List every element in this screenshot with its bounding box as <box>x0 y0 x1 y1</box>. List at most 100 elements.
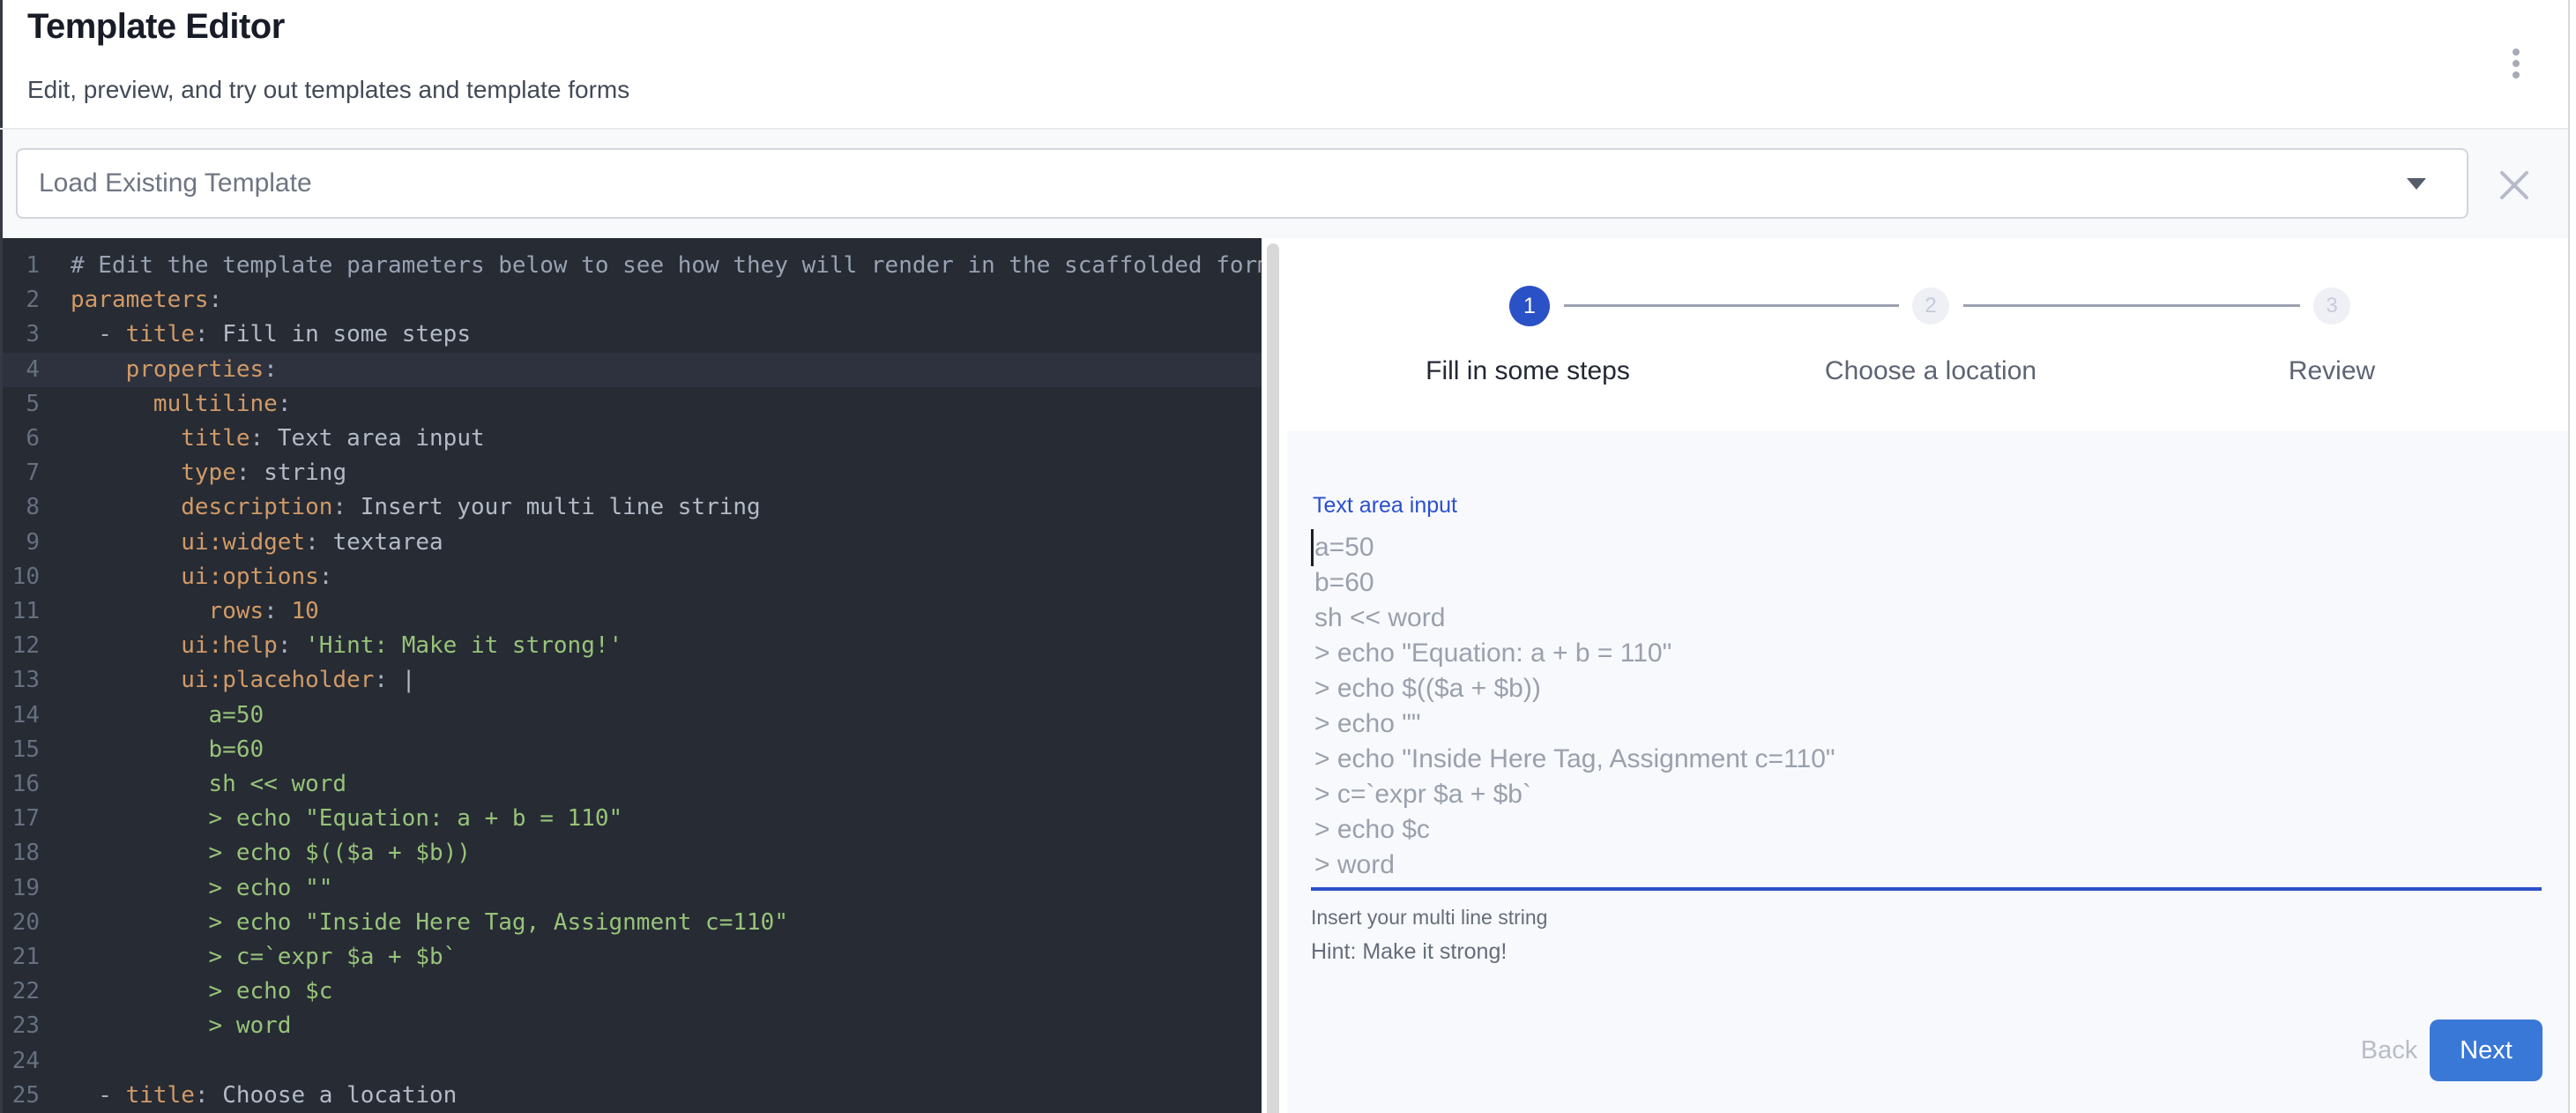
line-number: 9 <box>3 526 52 560</box>
field-hint: Hint: Make it strong! <box>1311 939 1507 965</box>
stepper-label-review: Review <box>2289 356 2375 386</box>
line-number: 17 <box>3 802 52 836</box>
line-content <box>52 1044 71 1079</box>
stepper-step-1[interactable]: 1 <box>1509 286 1550 326</box>
textarea-placeholder-line: > echo "" <box>1314 706 1835 742</box>
chevron-down-icon <box>2407 178 2426 190</box>
line-number: 23 <box>3 1009 52 1043</box>
line-number: 14 <box>3 698 52 733</box>
stepper-connector-1 <box>1564 304 1899 307</box>
textarea-placeholder-line: > echo $c <box>1314 812 1835 848</box>
line-number: 7 <box>3 456 52 490</box>
line-number: 16 <box>3 767 52 802</box>
line-number: 12 <box>3 629 52 663</box>
line-content: properties: <box>52 353 278 387</box>
editor-line: 15 b=60 <box>3 733 1262 767</box>
line-number: 15 <box>3 733 52 767</box>
editor-line: 20 > echo "Inside Here Tag, Assignment c… <box>3 906 1262 940</box>
line-content: type: string <box>52 456 346 490</box>
editor-line: 1# Edit the template parameters below to… <box>3 249 1262 283</box>
stepper-label-choose-a-location: Choose a location <box>1825 356 2036 386</box>
line-content: multiline: <box>52 387 291 422</box>
line-content: a=50 <box>52 698 264 733</box>
line-number: 22 <box>3 975 52 1009</box>
textarea-placeholder-line: > echo "Equation: a + b = 110" <box>1314 636 1835 671</box>
line-content: > echo "Equation: a + b = 110" <box>52 802 622 836</box>
textarea-field-label: Text area input <box>1313 493 1457 519</box>
close-icon <box>2494 165 2535 205</box>
editor-lines: 1# Edit the template parameters below to… <box>3 249 1262 1113</box>
form-preview-card: Text area input a=50b=60sh << word> echo… <box>1287 431 2568 1113</box>
editor-line: 7 type: string <box>3 456 1262 490</box>
load-template-placeholder: Load Existing Template <box>39 150 312 217</box>
editor-line: 9 ui:widget: textarea <box>3 526 1262 560</box>
editor-line: 16 sh << word <box>3 767 1262 802</box>
editor-line: 25 - title: Choose a location <box>3 1079 1262 1113</box>
line-number: 20 <box>3 906 52 940</box>
stepper-step-3[interactable]: 3 <box>2313 288 2350 325</box>
template-toolbar: Load Existing Template <box>3 130 2568 238</box>
line-number: 11 <box>3 594 52 629</box>
line-number: 8 <box>3 490 52 525</box>
textarea-placeholder: a=50b=60sh << word> echo "Equation: a + … <box>1314 530 1835 883</box>
line-number: 5 <box>3 387 52 422</box>
page-title: Template Editor <box>27 7 285 47</box>
editor-scrollbar-thumb[interactable] <box>1267 243 1279 1113</box>
textarea-placeholder-line: > word <box>1314 848 1835 883</box>
line-content: > echo $(($a + $b)) <box>52 836 471 870</box>
editor-line: 6 title: Text area input <box>3 422 1262 456</box>
textarea-placeholder-line: > c=`expr $a + $b` <box>1314 777 1835 812</box>
editor-line: 8 description: Insert your multi line st… <box>3 490 1262 525</box>
clear-template-button[interactable] <box>2494 165 2535 205</box>
stepper-step-2[interactable]: 2 <box>1912 288 1949 325</box>
textarea-placeholder-line: a=50 <box>1314 530 1835 565</box>
field-description: Insert your multi line string <box>1311 906 1547 930</box>
editor-line: 5 multiline: <box>3 387 1262 422</box>
line-number: 24 <box>3 1044 52 1079</box>
kebab-menu-button[interactable] <box>2498 39 2535 88</box>
line-content: b=60 <box>52 733 264 767</box>
line-number: 10 <box>3 560 52 594</box>
yaml-code-editor[interactable]: 1# Edit the template parameters below to… <box>3 238 1262 1113</box>
line-number: 18 <box>3 836 52 870</box>
editor-line: 10 ui:options: <box>3 560 1262 594</box>
textarea-input[interactable]: a=50b=60sh << word> echo "Equation: a + … <box>1311 523 2542 891</box>
back-button[interactable]: Back <box>2336 1024 2442 1077</box>
line-content: rows: 10 <box>52 594 319 629</box>
textarea-placeholder-line: b=60 <box>1314 565 1835 601</box>
line-number: 2 <box>3 283 52 317</box>
editor-line: 22 > echo $c <box>3 975 1262 1009</box>
editor-line: 17 > echo "Equation: a + b = 110" <box>3 802 1262 836</box>
editor-line: 24 <box>3 1044 1262 1079</box>
line-content: ui:placeholder: | <box>52 663 415 698</box>
editor-line: 3 - title: Fill in some steps <box>3 317 1262 352</box>
line-content: > echo $c <box>52 975 332 1009</box>
editor-line: 14 a=50 <box>3 698 1262 733</box>
line-number: 25 <box>3 1079 52 1113</box>
window-right-edge <box>2568 0 2570 1113</box>
line-number: 3 <box>3 317 52 352</box>
editor-line: 4 properties: <box>3 353 1262 387</box>
line-content: ui:options: <box>52 560 332 594</box>
textarea-placeholder-line: sh << word <box>1314 601 1835 636</box>
line-number: 4 <box>3 353 52 387</box>
editor-line: 2parameters: <box>3 283 1262 317</box>
editor-line: 12 ui:help: 'Hint: Make it strong!' <box>3 629 1262 663</box>
load-template-select[interactable]: Load Existing Template <box>16 148 2468 219</box>
line-content: sh << word <box>52 767 346 802</box>
next-button[interactable]: Next <box>2430 1020 2542 1081</box>
line-content: # Edit the template parameters below to … <box>52 249 1262 283</box>
textarea-placeholder-line: > echo "Inside Here Tag, Assignment c=11… <box>1314 742 1835 777</box>
line-number: 13 <box>3 663 52 698</box>
line-number: 1 <box>3 249 52 283</box>
line-content: - title: Fill in some steps <box>52 317 471 352</box>
line-content: > word <box>52 1009 291 1043</box>
template-editor-page: Template Editor Edit, preview, and try o… <box>0 0 2576 1113</box>
editor-line: 19 > echo "" <box>3 871 1262 906</box>
line-content: parameters: <box>52 283 222 317</box>
text-cursor <box>1311 529 1314 566</box>
page-subtitle: Edit, preview, and try out templates and… <box>27 76 629 104</box>
line-content: > echo "" <box>52 871 332 906</box>
line-content: > echo "Inside Here Tag, Assignment c=11… <box>52 906 788 940</box>
page-header: Template Editor Edit, preview, and try o… <box>3 0 2568 128</box>
